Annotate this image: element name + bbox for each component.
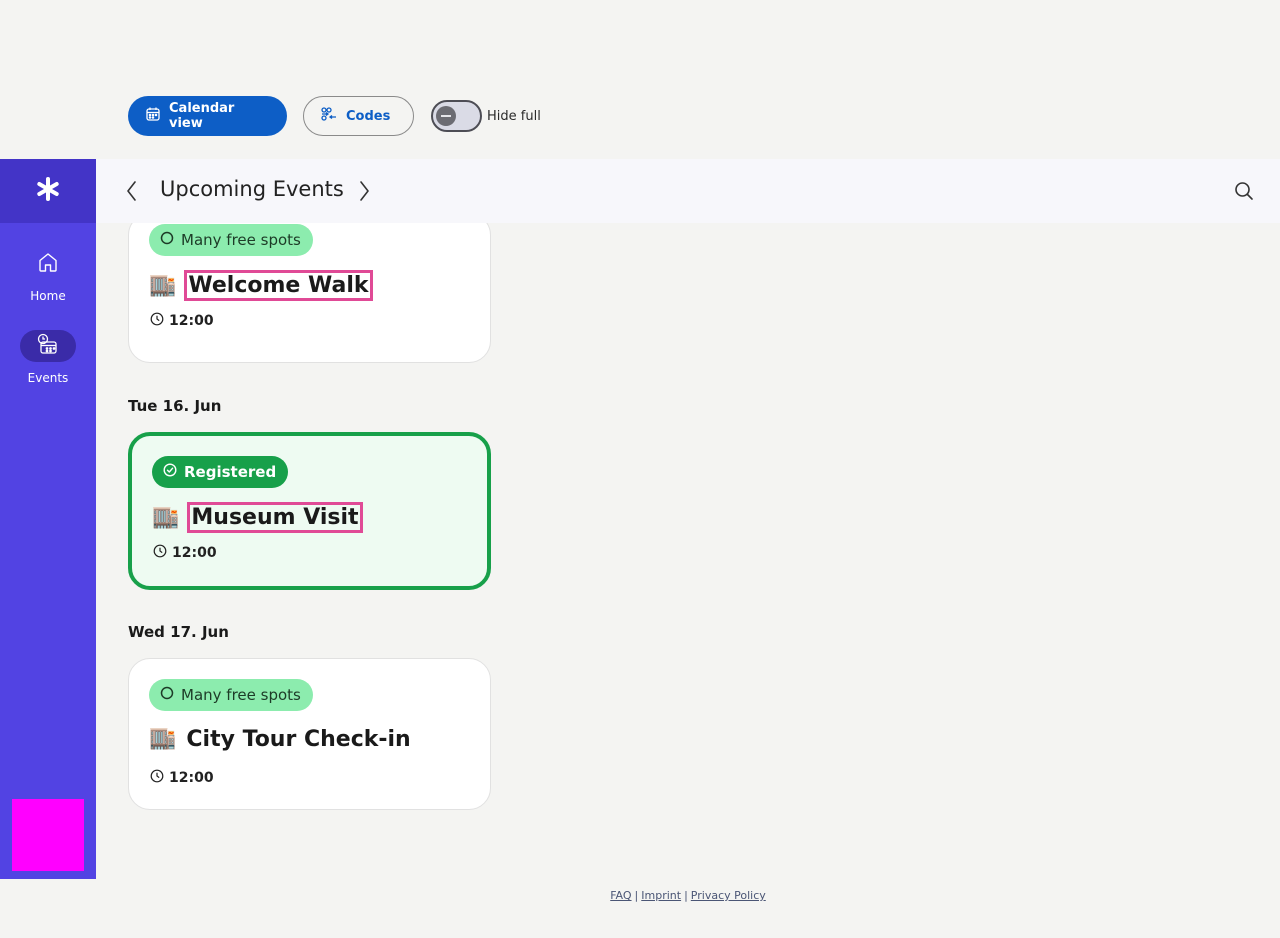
- building-icon: 🏬: [152, 504, 180, 530]
- sidebar: Home Events: [0, 159, 96, 879]
- calendar-icon: [146, 107, 160, 125]
- toggle-knob: [436, 106, 456, 126]
- asterisk-icon: [36, 177, 60, 205]
- chevron-left-icon[interactable]: [120, 179, 144, 203]
- home-icon-box: [20, 248, 76, 280]
- day-heading: Tue 16. Jun: [128, 397, 222, 415]
- check-circle-icon: [163, 463, 177, 481]
- event-time-label: 12:00: [172, 545, 217, 561]
- event-title: City Tour Check-in: [186, 726, 411, 752]
- event-title: Welcome Walk: [184, 270, 373, 301]
- event-card-museum-visit[interactable]: Registered 🏬 Museum Visit 12:00: [128, 432, 491, 590]
- event-time: 12:00: [150, 769, 214, 787]
- clock-icon: [153, 544, 167, 562]
- sidebar-item-home[interactable]: Home: [0, 248, 96, 303]
- event-title: Museum Visit: [187, 502, 363, 533]
- clock-icon: [150, 312, 164, 330]
- event-time-label: 12:00: [169, 313, 214, 329]
- sidebar-item-label: Home: [30, 289, 66, 303]
- event-card-city-tour[interactable]: Many free spots 🏬 City Tour Check-in 12:…: [128, 658, 491, 810]
- event-title-row: 🏬 Welcome Walk: [149, 270, 373, 301]
- events-icon-box: [20, 330, 76, 362]
- status-badge: Many free spots: [149, 224, 313, 256]
- status-badge: Many free spots: [149, 679, 313, 711]
- faq-link[interactable]: FAQ: [610, 889, 631, 902]
- home-icon: [37, 251, 59, 277]
- codes-button[interactable]: Codes: [303, 96, 414, 136]
- building-icon: 🏬: [149, 726, 177, 751]
- header-bar: Upcoming Events: [96, 159, 1280, 223]
- event-title-row: 🏬 City Tour Check-in: [149, 725, 413, 753]
- magenta-placeholder: [12, 799, 84, 871]
- event-time-label: 12:00: [169, 770, 214, 786]
- status-badge-label: Many free spots: [181, 231, 301, 249]
- status-badge-label: Many free spots: [181, 686, 301, 704]
- circle-icon: [160, 686, 174, 704]
- event-card-welcome-walk[interactable]: Many free spots 🏬 Welcome Walk 12:00: [128, 223, 491, 363]
- event-time: 12:00: [150, 312, 214, 330]
- codes-icon: [321, 107, 337, 125]
- imprint-link[interactable]: Imprint: [641, 889, 681, 902]
- clock-icon: [150, 769, 164, 787]
- hide-full-label: Hide full: [487, 108, 541, 124]
- footer-separator: |: [634, 889, 639, 902]
- toolbar: Calendar view Codes Hide full: [128, 96, 541, 136]
- hide-full-toggle-group: Hide full: [431, 100, 541, 132]
- page-title: Upcoming Events: [160, 177, 344, 201]
- event-time: 12:00: [153, 544, 217, 562]
- hide-full-toggle[interactable]: [431, 100, 482, 132]
- codes-label: Codes: [346, 108, 391, 124]
- search-icon[interactable]: [1232, 179, 1256, 203]
- building-icon: 🏬: [149, 272, 177, 298]
- calendar-view-button[interactable]: Calendar view: [128, 96, 287, 136]
- status-badge-label: Registered: [184, 463, 277, 481]
- sidebar-logo[interactable]: [0, 159, 96, 223]
- chevron-right-icon[interactable]: [352, 179, 376, 203]
- day-heading: Wed 17. Jun: [128, 623, 229, 641]
- events-icon: [37, 333, 59, 359]
- circle-icon: [160, 231, 174, 249]
- status-badge: Registered: [152, 456, 289, 488]
- calendar-view-label: Calendar view: [169, 101, 235, 131]
- sidebar-item-label: Events: [27, 371, 69, 385]
- page: Calendar view Codes Hide full Home Event…: [0, 0, 1280, 938]
- footer: FAQ | Imprint | Privacy Policy: [0, 889, 1280, 902]
- sidebar-item-events[interactable]: Events: [0, 330, 96, 385]
- privacy-policy-link[interactable]: Privacy Policy: [691, 889, 766, 902]
- events-list: Many free spots 🏬 Welcome Walk 12:00 Tue…: [128, 223, 528, 863]
- event-title-row: 🏬 Museum Visit: [152, 502, 363, 533]
- footer-separator: |: [684, 889, 688, 902]
